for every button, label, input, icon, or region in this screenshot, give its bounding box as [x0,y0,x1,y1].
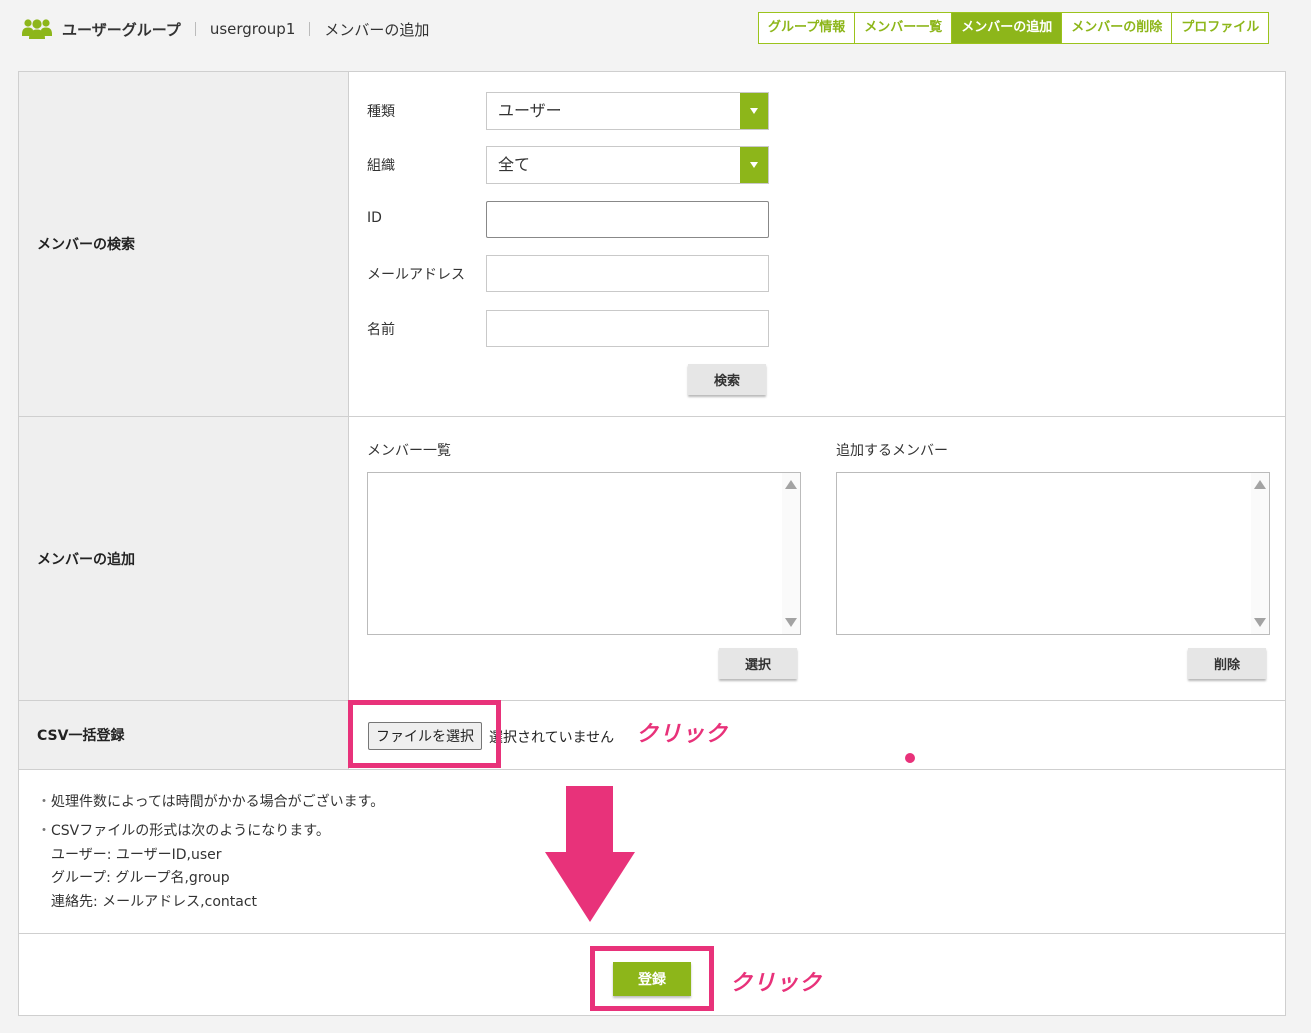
scroll-up-icon[interactable] [785,480,797,489]
select-button[interactable]: 選択 [719,648,797,679]
note-item: ・処理件数によっては時間がかかる場合がございます。 [37,791,384,811]
breadcrumb: ユーザーグループ usergroup1 メンバーの追加 [22,17,429,41]
breadcrumb-group: usergroup1 [209,20,296,38]
click-annotation-file: クリック [636,722,729,747]
csv-notes: ・処理件数によっては時間がかかる場合がございます。 ・CSVファイルの形式は次の… [19,770,1285,934]
type-select-value: ユーザー [498,101,562,120]
chevron-down-icon [740,147,768,183]
tab-bar: グループ情報 メンバー一覧 メンバーの追加 メンバーの削除 プロファイル [758,12,1270,44]
target-list-title: 追加するメンバー [836,443,948,459]
tab-remove-member[interactable]: メンバーの削除 [1061,12,1173,44]
down-arrow-icon [566,786,613,854]
note-text: 処理件数によっては時間がかかる場合がございます。 [51,794,385,810]
id-label: ID [367,210,382,226]
add-member-area: メンバー一覧 選択 追加するメンバー 削除 [350,417,1285,700]
users-icon [22,19,52,39]
file-status-text: 選択されていません [489,730,615,746]
annotation-dot [905,753,915,763]
id-input[interactable] [486,201,769,238]
down-arrow-head-icon [545,852,635,922]
type-label: 種類 [367,104,395,120]
add-member-row: メンバーの追加 メンバー一覧 選択 追加するメンバー 削除 [19,417,1285,701]
file-button-highlight [348,700,501,768]
csv-section-label: CSV一括登録 [19,701,349,769]
page-title: メンバーの追加 [324,20,430,39]
tab-group-info[interactable]: グループ情報 [758,12,856,44]
chevron-down-icon [740,93,768,129]
note-text: CSVファイルの形式は次のようになります。 [51,823,330,839]
page-header: ユーザーグループ usergroup1 メンバーの追加 グループ情報 メンバー一… [0,0,1311,58]
email-label: メールアドレス [367,267,465,283]
bullet-icon: ・ [37,794,51,810]
member-list-title: メンバー一覧 [367,443,451,459]
click-annotation-register: クリック [730,971,823,996]
tab-member-list[interactable]: メンバー一覧 [854,12,953,44]
add-section-label: メンバーの追加 [19,417,349,700]
scroll-down-icon[interactable] [785,618,797,627]
breadcrumb-separator [309,22,311,36]
name-input[interactable] [486,310,769,347]
scroll-up-icon[interactable] [1254,480,1266,489]
scrollbar[interactable] [782,473,800,634]
format-contact: 連絡先: メールアドレス,contact [51,894,258,910]
tab-add-member[interactable]: メンバーの追加 [951,12,1063,44]
org-select-value: 全て [498,155,531,174]
scroll-down-icon[interactable] [1254,618,1266,627]
type-select[interactable]: ユーザー [486,92,769,130]
search-form: 種類 ユーザー 組織 全て ID メールアドレス 名前 検索 [350,72,1285,416]
search-section-label: メンバーの検索 [19,72,349,416]
format-group: グループ: グループ名,group [51,870,230,886]
note-item: ・CSVファイルの形式は次のようになります。 [37,820,330,840]
target-listbox[interactable] [836,472,1270,635]
register-button-highlight [590,946,714,1011]
email-input[interactable] [486,255,769,292]
format-user: ユーザー: ユーザーID,user [51,847,222,863]
org-select[interactable]: 全て [486,146,769,184]
search-button[interactable]: 検索 [688,364,766,395]
section-title: ユーザーグループ [62,20,181,39]
org-label: 組織 [367,158,395,174]
main-panel: メンバーの検索 種類 ユーザー 組織 全て ID メールアドレス 名前 検索 メ… [18,71,1286,1016]
delete-button[interactable]: 削除 [1188,648,1266,679]
search-row: メンバーの検索 種類 ユーザー 組織 全て ID メールアドレス 名前 検索 [19,72,1285,417]
breadcrumb-separator [194,22,196,36]
scrollbar[interactable] [1251,473,1269,634]
bullet-icon: ・ [37,823,51,839]
tab-profile[interactable]: プロファイル [1171,12,1270,44]
member-listbox[interactable] [367,472,801,635]
name-label: 名前 [367,322,395,338]
